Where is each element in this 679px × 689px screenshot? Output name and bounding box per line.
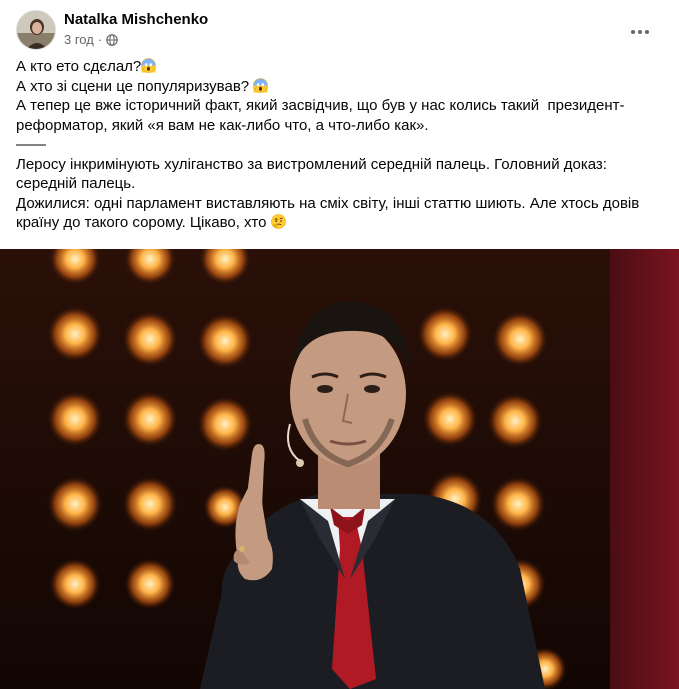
post-line: Леросу інкримінують хуліганство за вистр… xyxy=(16,155,612,193)
post-line: Дожилися: одні парламент виставляють на … xyxy=(16,194,644,232)
post-line: А тепер це вже історичний факт, який зас… xyxy=(16,97,625,134)
stage-scene xyxy=(0,249,679,689)
post-photo[interactable] xyxy=(0,249,679,689)
post-line: А кто ето сдєлал? xyxy=(16,57,666,77)
thinking-face-emoji xyxy=(270,214,286,229)
post-header: Natalka Mishchenko 3 год · xyxy=(16,10,666,54)
post-meta: 3 год · xyxy=(64,32,118,47)
post-text: А кто ето сдєлал? А хто зі сцени це попу… xyxy=(16,57,666,233)
post-line: А хто зі сцени це популяризував? xyxy=(16,77,666,97)
post-time[interactable]: 3 год xyxy=(64,32,94,47)
more-options-icon[interactable] xyxy=(624,16,656,48)
globe-icon[interactable] xyxy=(106,33,118,46)
screaming-face-emoji xyxy=(253,77,269,93)
author-name[interactable]: Natalka Mishchenko xyxy=(64,11,208,28)
screaming-face-emoji xyxy=(141,58,157,73)
post-line: —— xyxy=(16,136,46,153)
meta-separator: · xyxy=(97,32,103,47)
author-avatar[interactable] xyxy=(16,10,56,50)
facebook-post: Natalka Mishchenko 3 год · А кто ето сдє… xyxy=(0,0,679,689)
